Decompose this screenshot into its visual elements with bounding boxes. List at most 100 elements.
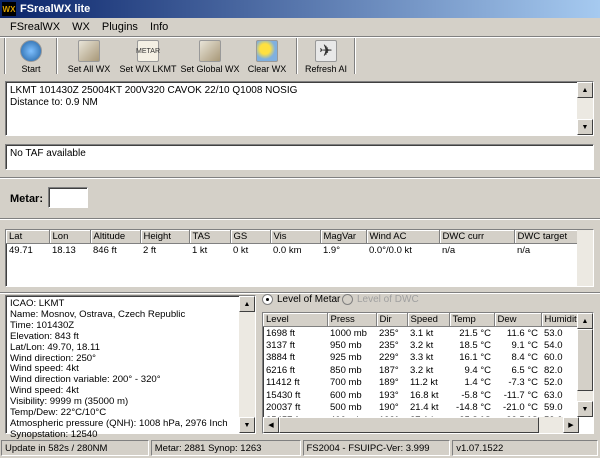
taf-text: No TAF available bbox=[10, 148, 86, 159]
scroll-down-icon[interactable]: ▼ bbox=[577, 401, 593, 417]
levels-hscrollbar[interactable]: ◀ ▶ bbox=[263, 417, 579, 433]
clear-wx-button[interactable]: Clear WX bbox=[241, 38, 293, 76]
menu-wx[interactable]: WX bbox=[66, 21, 96, 33]
column-header[interactable]: Lat bbox=[6, 230, 50, 244]
column-header[interactable]: Level bbox=[263, 313, 328, 327]
table-cell: 950 mb bbox=[330, 339, 362, 351]
levels-vscrollbar[interactable]: ▲ ▼ bbox=[577, 313, 593, 417]
table-cell: 9.4 °C bbox=[464, 364, 491, 376]
table-row[interactable]: 49.71 18.13 846 ft 2 ft 1 kt 0 kt 0.0 km 1.9° 0.… bbox=[6, 244, 579, 257]
set-global-wx-button[interactable]: Set Global WX bbox=[179, 38, 241, 76]
scroll-thumb[interactable] bbox=[279, 417, 539, 433]
levels-table: Level Press Dir Speed Temp Dew Humidity 1698 f… bbox=[262, 312, 594, 434]
column-header[interactable]: Press bbox=[327, 313, 377, 327]
table-cell: 54.0 bbox=[544, 339, 563, 351]
set-wx-lkmt-button[interactable]: METAR Set WX LKMT bbox=[117, 38, 179, 76]
metar-icon: METAR bbox=[136, 40, 160, 62]
station-scrollbar[interactable]: ▲ ▼ bbox=[239, 296, 255, 433]
table-cell: 53.0 bbox=[544, 327, 563, 339]
column-header[interactable]: Altitude bbox=[90, 230, 141, 244]
level-dwc-option[interactable]: Level of DWC bbox=[342, 294, 419, 305]
table-cell: 59.0 bbox=[544, 402, 563, 414]
scroll-up-icon[interactable]: ▲ bbox=[239, 296, 255, 312]
column-header[interactable]: Dew bbox=[494, 313, 542, 327]
table-cell: 60.0 bbox=[544, 352, 563, 364]
scroll-left-icon[interactable]: ◀ bbox=[263, 417, 279, 433]
column-header[interactable]: Temp bbox=[449, 313, 495, 327]
column-header[interactable]: Vis bbox=[270, 230, 321, 244]
toolbar-separator bbox=[354, 38, 356, 74]
radio-unselected-icon[interactable] bbox=[342, 294, 353, 305]
column-header[interactable]: Speed bbox=[407, 313, 450, 327]
table-row[interactable]: 20037 ft 500 mb 190° 21.4 kt -14.8 °C -21.0 °… bbox=[263, 402, 579, 415]
table-cell: 235° bbox=[379, 339, 399, 351]
column-header[interactable]: DWC target bbox=[514, 230, 580, 244]
toolbar: Start Set All WX METAR Set WX LKMT Set G… bbox=[0, 38, 600, 78]
scroll-down-icon[interactable]: ▼ bbox=[577, 119, 593, 135]
table-cell: 6.5 °C bbox=[511, 364, 538, 376]
toolbar-separator bbox=[296, 38, 298, 74]
menu-plugins[interactable]: Plugins bbox=[96, 21, 144, 33]
column-header[interactable]: Dir bbox=[376, 313, 408, 327]
table-cell: -7.3 °C bbox=[508, 377, 538, 389]
column-header[interactable]: Wind AC bbox=[366, 230, 440, 244]
menu-bar: FSrealWX WX Plugins Info bbox=[0, 18, 600, 36]
table-cell: 700 mb bbox=[330, 377, 362, 389]
start-button[interactable]: Start bbox=[9, 38, 53, 76]
toolbar-separator bbox=[4, 38, 6, 74]
table-cell: 1000 mb bbox=[330, 327, 367, 339]
sun-icon bbox=[256, 40, 278, 62]
scroll-up-icon[interactable]: ▲ bbox=[577, 313, 593, 329]
menu-fsrealwx[interactable]: FSrealWX bbox=[4, 21, 66, 33]
clouds-globe-icon bbox=[199, 40, 221, 62]
table-cell: 16.8 kt bbox=[410, 389, 439, 401]
table-row[interactable]: 6216 ft 850 mb 187° 3.2 kt 9.4 °C 6.5 °C 82.0 bbox=[263, 364, 579, 377]
table-cell: 16.1 °C bbox=[459, 352, 491, 364]
metar-display[interactable]: LKMT 101430Z 25004KT 200V320 CAVOK 22/10… bbox=[5, 81, 594, 136]
station-info-panel[interactable]: ICAO: LKMT Name: Mosnov, Ostrava, Czech … bbox=[5, 295, 256, 440]
table-cell: -14.8 °C bbox=[456, 402, 491, 414]
radio-selected-icon[interactable] bbox=[262, 294, 273, 305]
menu-info[interactable]: Info bbox=[144, 21, 174, 33]
table-cell: 0 kt bbox=[233, 244, 249, 256]
toolbar-separator bbox=[56, 38, 58, 74]
table-cell: 925 mb bbox=[330, 352, 362, 364]
table-cell: n/a bbox=[517, 244, 531, 256]
taf-display[interactable]: No TAF available bbox=[5, 144, 594, 170]
table-cell: 1.9° bbox=[323, 244, 341, 256]
column-header[interactable]: Lon bbox=[49, 230, 91, 244]
scroll-thumb[interactable] bbox=[577, 329, 593, 391]
table-row[interactable]: 3884 ft 925 mb 229° 3.3 kt 16.1 °C 8.4 °C 60.0 bbox=[263, 352, 579, 365]
table-row[interactable]: 11412 ft 700 mb 189° 11.2 kt 1.4 °C -7.3 °C 52… bbox=[263, 377, 579, 390]
level-metar-option[interactable]: Level of Metar bbox=[262, 294, 340, 305]
column-header[interactable]: GS bbox=[230, 230, 271, 244]
column-header[interactable]: DWC curr bbox=[439, 230, 515, 244]
table-cell: 189° bbox=[379, 377, 399, 389]
clouds-icon bbox=[78, 40, 100, 62]
metar-input[interactable] bbox=[48, 187, 88, 208]
column-header[interactable]: Height bbox=[140, 230, 190, 244]
table-row[interactable]: 15430 ft 600 mb 193° 16.8 kt -5.8 °C -11.7 °C… bbox=[263, 389, 579, 402]
globe-icon bbox=[20, 40, 42, 62]
status-fs-version: FS2004 - FSUIPC-Ver: 3.999 bbox=[302, 440, 451, 456]
table-cell: 2 ft bbox=[143, 244, 157, 256]
column-header[interactable]: MagVar bbox=[320, 230, 367, 244]
scroll-right-icon[interactable]: ▶ bbox=[563, 417, 579, 433]
table-row[interactable]: 1698 ft 1000 mb 235° 3.1 kt 21.5 °C 11.6 °C 53… bbox=[263, 327, 579, 340]
refresh-ai-button[interactable]: ✈ Refresh AI bbox=[301, 38, 351, 76]
table-cell: 3137 ft bbox=[266, 339, 296, 351]
scroll-up-icon[interactable]: ▲ bbox=[577, 82, 593, 98]
status-app-version: v1.07.1522 bbox=[452, 440, 598, 456]
table-cell: 1.4 °C bbox=[464, 377, 491, 389]
table-row[interactable]: 3137 ft 950 mb 235° 3.2 kt 18.5 °C 9.1 °C 54.0 bbox=[263, 339, 579, 352]
set-all-wx-button[interactable]: Set All WX bbox=[61, 38, 117, 76]
window-title: FSrealWX lite bbox=[20, 3, 91, 15]
table-cell: 850 mb bbox=[330, 364, 362, 376]
scroll-down-icon[interactable]: ▼ bbox=[239, 417, 255, 433]
table-cell: 3.2 kt bbox=[410, 364, 434, 376]
table-cell: 9.1 °C bbox=[511, 339, 538, 351]
column-header[interactable]: Humidity bbox=[541, 313, 580, 327]
metar-scrollbar[interactable]: ▲ ▼ bbox=[577, 82, 593, 135]
column-header[interactable]: TAS bbox=[189, 230, 231, 244]
aircraft-scrollbar[interactable] bbox=[577, 230, 593, 286]
